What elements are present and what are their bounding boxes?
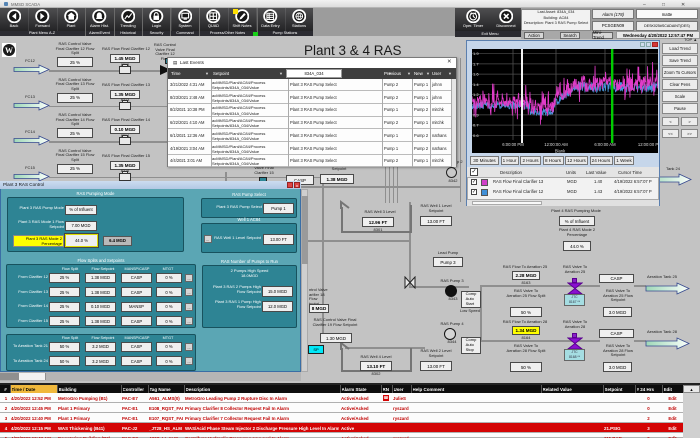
svg-text:0.7: 0.7 [473,123,479,128]
svg-text:1.9: 1.9 [473,51,479,56]
svg-text:1.4: 1.4 [473,82,479,87]
svg-text:12:00:00 AM: 12:00:00 AM [544,142,568,147]
svg-text:12:00:00 P: 12:00:00 P [638,142,658,147]
svg-text:1.7: 1.7 [473,61,479,66]
svg-text:Blank: Blank [555,149,566,154]
svg-text:1.6: 1.6 [473,72,479,77]
svg-text:6:00:00 PM: 6:00:00 PM [502,142,524,147]
svg-text:0.6: 0.6 [473,133,479,138]
svg-text:1.2: 1.2 [473,92,479,97]
svg-text:6:00:00 AM: 6:00:00 AM [594,142,616,147]
